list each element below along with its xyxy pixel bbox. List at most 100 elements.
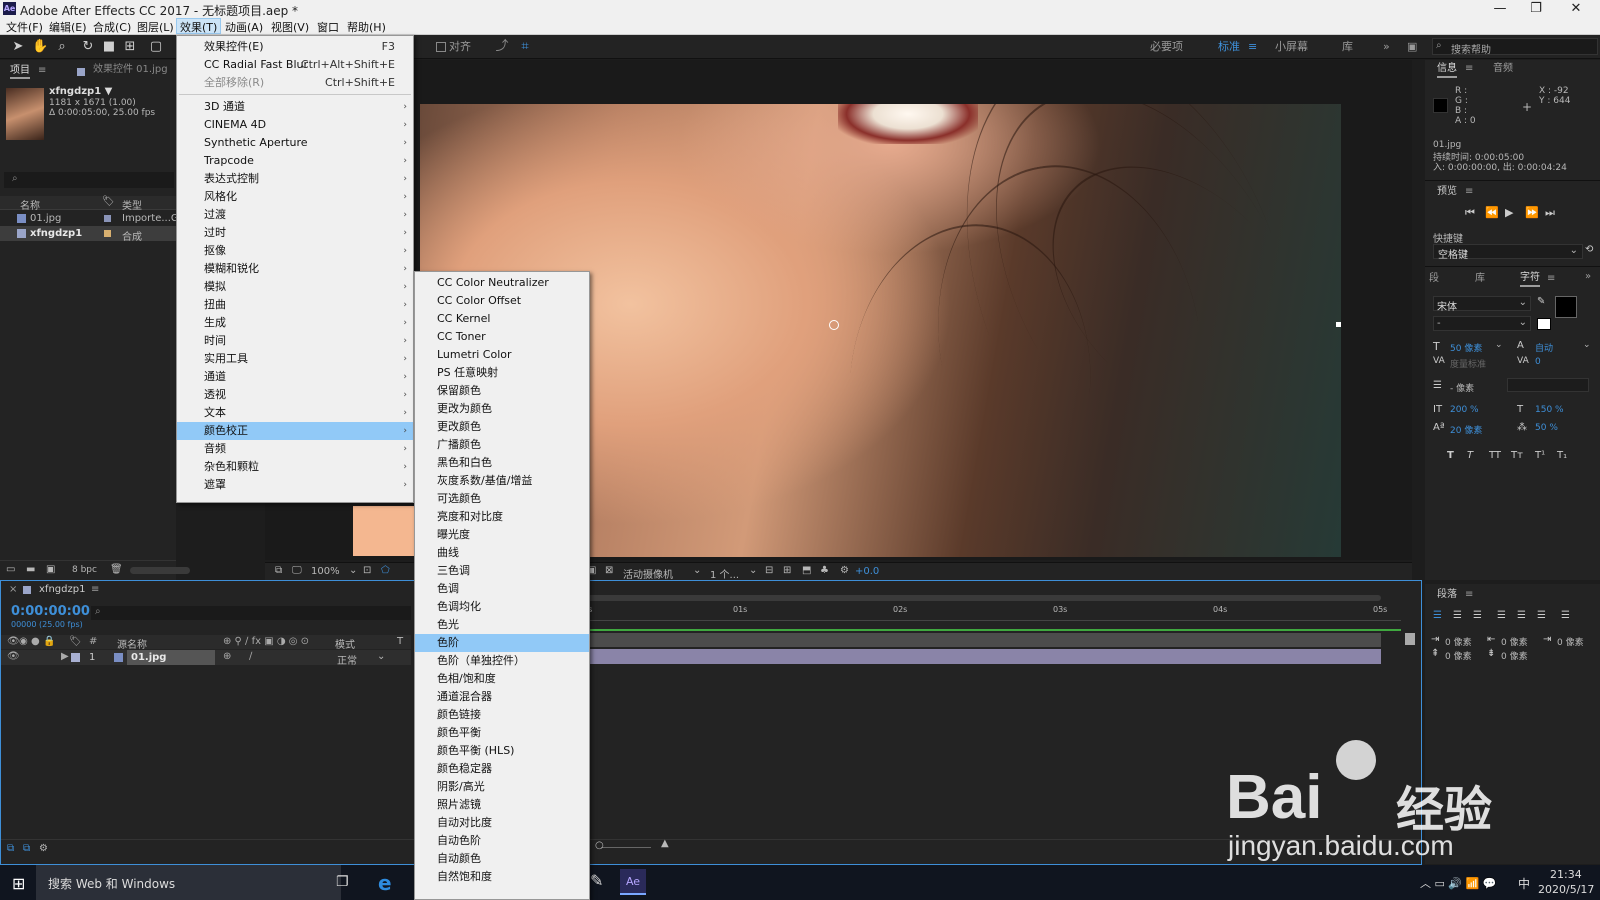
toggle-modes-icon[interactable]: ⧉ [23, 843, 30, 854]
hand-tool-icon[interactable]: ✋ [32, 39, 48, 55]
menu-item-color-correction[interactable]: 色调均化 [415, 598, 589, 616]
zoom-tool-icon[interactable]: ⌕ [54, 39, 70, 55]
stroke-width-value[interactable]: - 像素 [1450, 381, 1474, 394]
tab-segment[interactable]: 段 [1429, 270, 1439, 288]
selection-tool-icon[interactable]: ➤ [10, 39, 26, 55]
tab-info[interactable]: 信息 [1437, 62, 1457, 78]
menu-item-category[interactable]: 实用工具 › [177, 350, 413, 368]
new-folder-icon[interactable]: ▬ [26, 564, 35, 575]
flowchart-icon[interactable]: ♣ [820, 565, 829, 576]
project-row[interactable]: xfngdzp1 合成 [0, 226, 176, 243]
menu-item-color-correction[interactable]: Lumetri Color [415, 346, 589, 364]
expand-arrow-icon[interactable]: ▶ [61, 651, 69, 662]
task-view-icon[interactable]: ❐ [336, 874, 349, 890]
fill-color-swatch[interactable] [1555, 296, 1577, 318]
search-help-toggle-icon[interactable]: ▣ [1407, 38, 1417, 55]
subscript-button[interactable]: T₁ [1557, 450, 1567, 461]
bit-depth[interactable]: 8 bpc [72, 565, 97, 575]
indent-left-value[interactable]: 0 像素 [1445, 635, 1472, 648]
menu-item-category[interactable]: 时间 › [177, 332, 413, 350]
close-button[interactable]: ✕ [1560, 0, 1592, 18]
project-row[interactable]: 01.jpg Importe...G [0, 211, 179, 226]
preview-menu-icon[interactable]: ≡ [1465, 183, 1473, 201]
menu-item-color-correction[interactable]: 三色调 [415, 562, 589, 580]
workspace-libraries[interactable]: 库 [1342, 38, 1353, 55]
menu-item-category[interactable]: 模拟 › [177, 278, 413, 296]
layer-duration-bar[interactable] [581, 649, 1381, 664]
shy-switch-icon[interactable]: ⊕ [223, 651, 231, 662]
edge-browser-icon[interactable]: e [378, 871, 392, 895]
justify-all-icon[interactable]: ☰ [1561, 610, 1570, 621]
app-pinned-icon[interactable]: ✎ [590, 871, 603, 890]
paragraph-menu-icon[interactable]: ≡ [1465, 586, 1473, 604]
close-tab-icon[interactable]: × [9, 581, 17, 599]
next-frame-icon[interactable]: ⏩ [1525, 206, 1539, 219]
toggle-switches-icon[interactable]: ⧉ [7, 843, 14, 854]
system-tray-icons[interactable]: ︿ ▭ 🔊 📶 💬 [1420, 875, 1496, 891]
baseline-shift-value[interactable]: 20 像素 [1450, 423, 1482, 436]
menu-item-color-correction[interactable]: 颜色链接 [415, 706, 589, 724]
col-name[interactable]: 名称 [20, 197, 40, 212]
menu-item-color-correction[interactable]: CC Color Offset [415, 292, 589, 310]
clock-time[interactable]: 21:34 [1550, 868, 1582, 881]
menu-item-category[interactable]: 模糊和锐化 › [177, 260, 413, 278]
menu-animation[interactable]: 动画(A) [222, 19, 266, 35]
solo-icon[interactable]: ● [31, 636, 40, 647]
tab-audio[interactable]: 音频 [1493, 62, 1513, 80]
work-area-bar[interactable] [581, 595, 1381, 601]
menu-item-category[interactable]: 过渡 › [177, 206, 413, 224]
character-menu-icon[interactable]: ≡ [1547, 270, 1555, 288]
menu-item-color-correction[interactable]: 色光 [415, 616, 589, 634]
menu-item-remove-all[interactable]: 全部移除(R) Ctrl+Shift+E [177, 74, 413, 92]
menu-item-category[interactable]: CINEMA 4D › [177, 116, 413, 134]
label-color-swatch[interactable] [71, 653, 80, 662]
menu-item-effect-controls[interactable]: 效果控件(E) F3 [177, 38, 413, 56]
transparency-grid-icon[interactable]: ⊠ [605, 565, 613, 576]
fit-icon[interactable]: ⊡ [363, 565, 371, 576]
ime-indicator[interactable]: 中 [1518, 875, 1530, 892]
font-size-value[interactable]: 50 像素 [1450, 341, 1482, 354]
faux-italic-button[interactable]: T [1467, 450, 1473, 461]
minimize-button[interactable]: — [1484, 0, 1516, 18]
layer-visibility-icon[interactable]: 👁 [7, 651, 20, 662]
tsume-value[interactable]: 50 % [1535, 423, 1558, 433]
windows-start-icon[interactable]: ⊞ [12, 874, 25, 893]
prev-frame-icon[interactable]: ⏪ [1485, 206, 1499, 219]
search-help-field[interactable]: ⌕ 搜索帮助 [1432, 38, 1598, 56]
taskbar-search-field[interactable]: 搜索 Web 和 Windows [36, 865, 341, 900]
font-family-dropdown[interactable]: 宋体 ⌄ [1433, 296, 1531, 313]
always-preview-icon[interactable]: ⧉ [275, 565, 282, 576]
menu-item-color-correction[interactable]: 广播颜色 [415, 436, 589, 454]
kerning-value[interactable]: 度量标准 [1450, 357, 1486, 370]
menu-item-color-correction[interactable]: 灰度系数/基值/增益 [415, 472, 589, 490]
timeline-comp-tab[interactable]: xfngdzp1 [39, 581, 85, 599]
leading-value[interactable]: 自动 [1535, 341, 1553, 354]
justify-center-icon[interactable]: ☰ [1517, 610, 1526, 621]
camera-tool-icon[interactable]: ■ [101, 39, 117, 55]
menu-item-color-correction[interactable]: CC Kernel [415, 310, 589, 328]
menu-item-category[interactable]: 过时 › [177, 224, 413, 242]
tab-character[interactable]: 字符 [1520, 270, 1540, 287]
zoom-slider-track[interactable] [601, 847, 651, 848]
menu-item-color-correction[interactable]: 颜色平衡 (HLS) [415, 742, 589, 760]
menu-item-color-correction[interactable]: 色相/饱和度 [415, 670, 589, 688]
panel-more-icon[interactable]: » [1585, 268, 1591, 286]
snap-icon[interactable]: ⤴ [494, 39, 510, 55]
menu-item-color-correction[interactable]: 自然饱和度 [415, 868, 589, 886]
tab-library[interactable]: 库 [1475, 270, 1485, 288]
align-right-icon[interactable]: ☰ [1473, 610, 1482, 621]
bounding-handle[interactable] [1336, 322, 1341, 327]
eyedropper-icon[interactable]: ✎ [1537, 296, 1545, 307]
menu-item-color-correction[interactable]: 色阶（单独控件） [415, 652, 589, 670]
exposure-icon[interactable]: ⚙ [840, 565, 849, 576]
workspace-standard[interactable]: 标准 [1218, 38, 1240, 55]
menu-item-color-correction[interactable]: 更改为颜色 [415, 400, 589, 418]
menu-item-category[interactable]: 通道 › [177, 368, 413, 386]
vertical-scale-value[interactable]: 200 % [1450, 405, 1479, 415]
col-type[interactable]: 类型 [122, 197, 142, 212]
clock-date[interactable]: 2020/5/17 [1538, 883, 1594, 896]
indent-right-value[interactable]: 0 像素 [1501, 635, 1528, 648]
menu-item-color-correction[interactable]: 颜色稳定器 [415, 760, 589, 778]
menu-item-category[interactable]: Trapcode › [177, 152, 413, 170]
toggle-pixel-icon[interactable]: ⊟ [765, 565, 773, 576]
